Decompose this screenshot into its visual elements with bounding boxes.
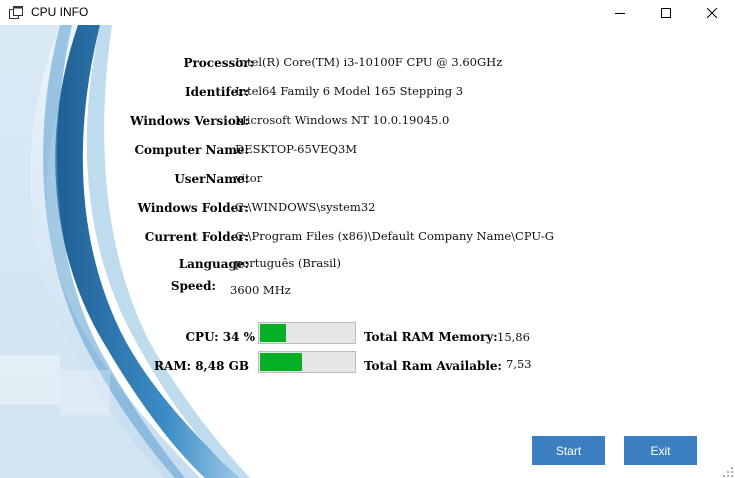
- ram-progress-fill: [260, 353, 302, 371]
- current-folder-value: C:\Program Files (x86)\Default Company N…: [235, 229, 554, 243]
- close-icon: [707, 7, 717, 18]
- maximize-icon: [661, 7, 671, 18]
- cpu-progress-bar: [258, 322, 356, 344]
- close-button[interactable]: [689, 0, 735, 25]
- ram-usage-label: RAM: 8,48 GB: [154, 359, 249, 373]
- cpu-info-window: CPU INFO Processor: Intel(R) Core(TM) i3…: [0, 0, 735, 478]
- current-folder-label: Current Folder:: [144, 230, 249, 244]
- start-button[interactable]: Start: [532, 436, 605, 465]
- exit-button[interactable]: Exit: [624, 436, 697, 465]
- username-value: vitor: [235, 171, 263, 185]
- speed-label: Speed:: [170, 279, 216, 293]
- computer-name-value: DESKTOP-65VEQ3M: [235, 142, 358, 156]
- windows-folder-value: C:\WINDOWS\system32: [235, 200, 376, 214]
- maximize-button[interactable]: [643, 0, 689, 25]
- ram-available-value: 7,53: [506, 357, 532, 371]
- window-app-icon: [9, 6, 23, 19]
- resize-grip-icon[interactable]: [722, 466, 734, 478]
- ram-progress-bar: [258, 351, 356, 373]
- computer-name-label: Computer Name:: [134, 143, 249, 157]
- windows-version-value: Microsoft Windows NT 10.0.19045.0: [235, 113, 450, 127]
- speed-value: 3600 MHz: [230, 283, 291, 297]
- identifier-value: Intel64 Family 6 Model 165 Stepping 3: [235, 84, 464, 98]
- total-ram-label: Total RAM Memory:: [364, 330, 498, 344]
- processor-value: Intel(R) Core(TM) i3-10100F CPU @ 3.60GH…: [235, 55, 503, 69]
- total-ram-value: 15,86: [497, 330, 530, 344]
- cpu-usage-label: CPU: 34 %: [185, 330, 256, 344]
- minimize-icon: [615, 12, 625, 14]
- title-bar[interactable]: CPU INFO: [0, 0, 735, 25]
- cpu-progress-fill: [260, 324, 286, 342]
- language-value: português (Brasil): [235, 256, 341, 270]
- ram-available-label: Total Ram Available:: [364, 359, 502, 373]
- window-title: CPU INFO: [31, 5, 89, 19]
- minimize-button[interactable]: [597, 0, 643, 25]
- windows-folder-label: Windows Folder:: [137, 201, 249, 215]
- windows-version-label: Windows Version:: [130, 114, 249, 128]
